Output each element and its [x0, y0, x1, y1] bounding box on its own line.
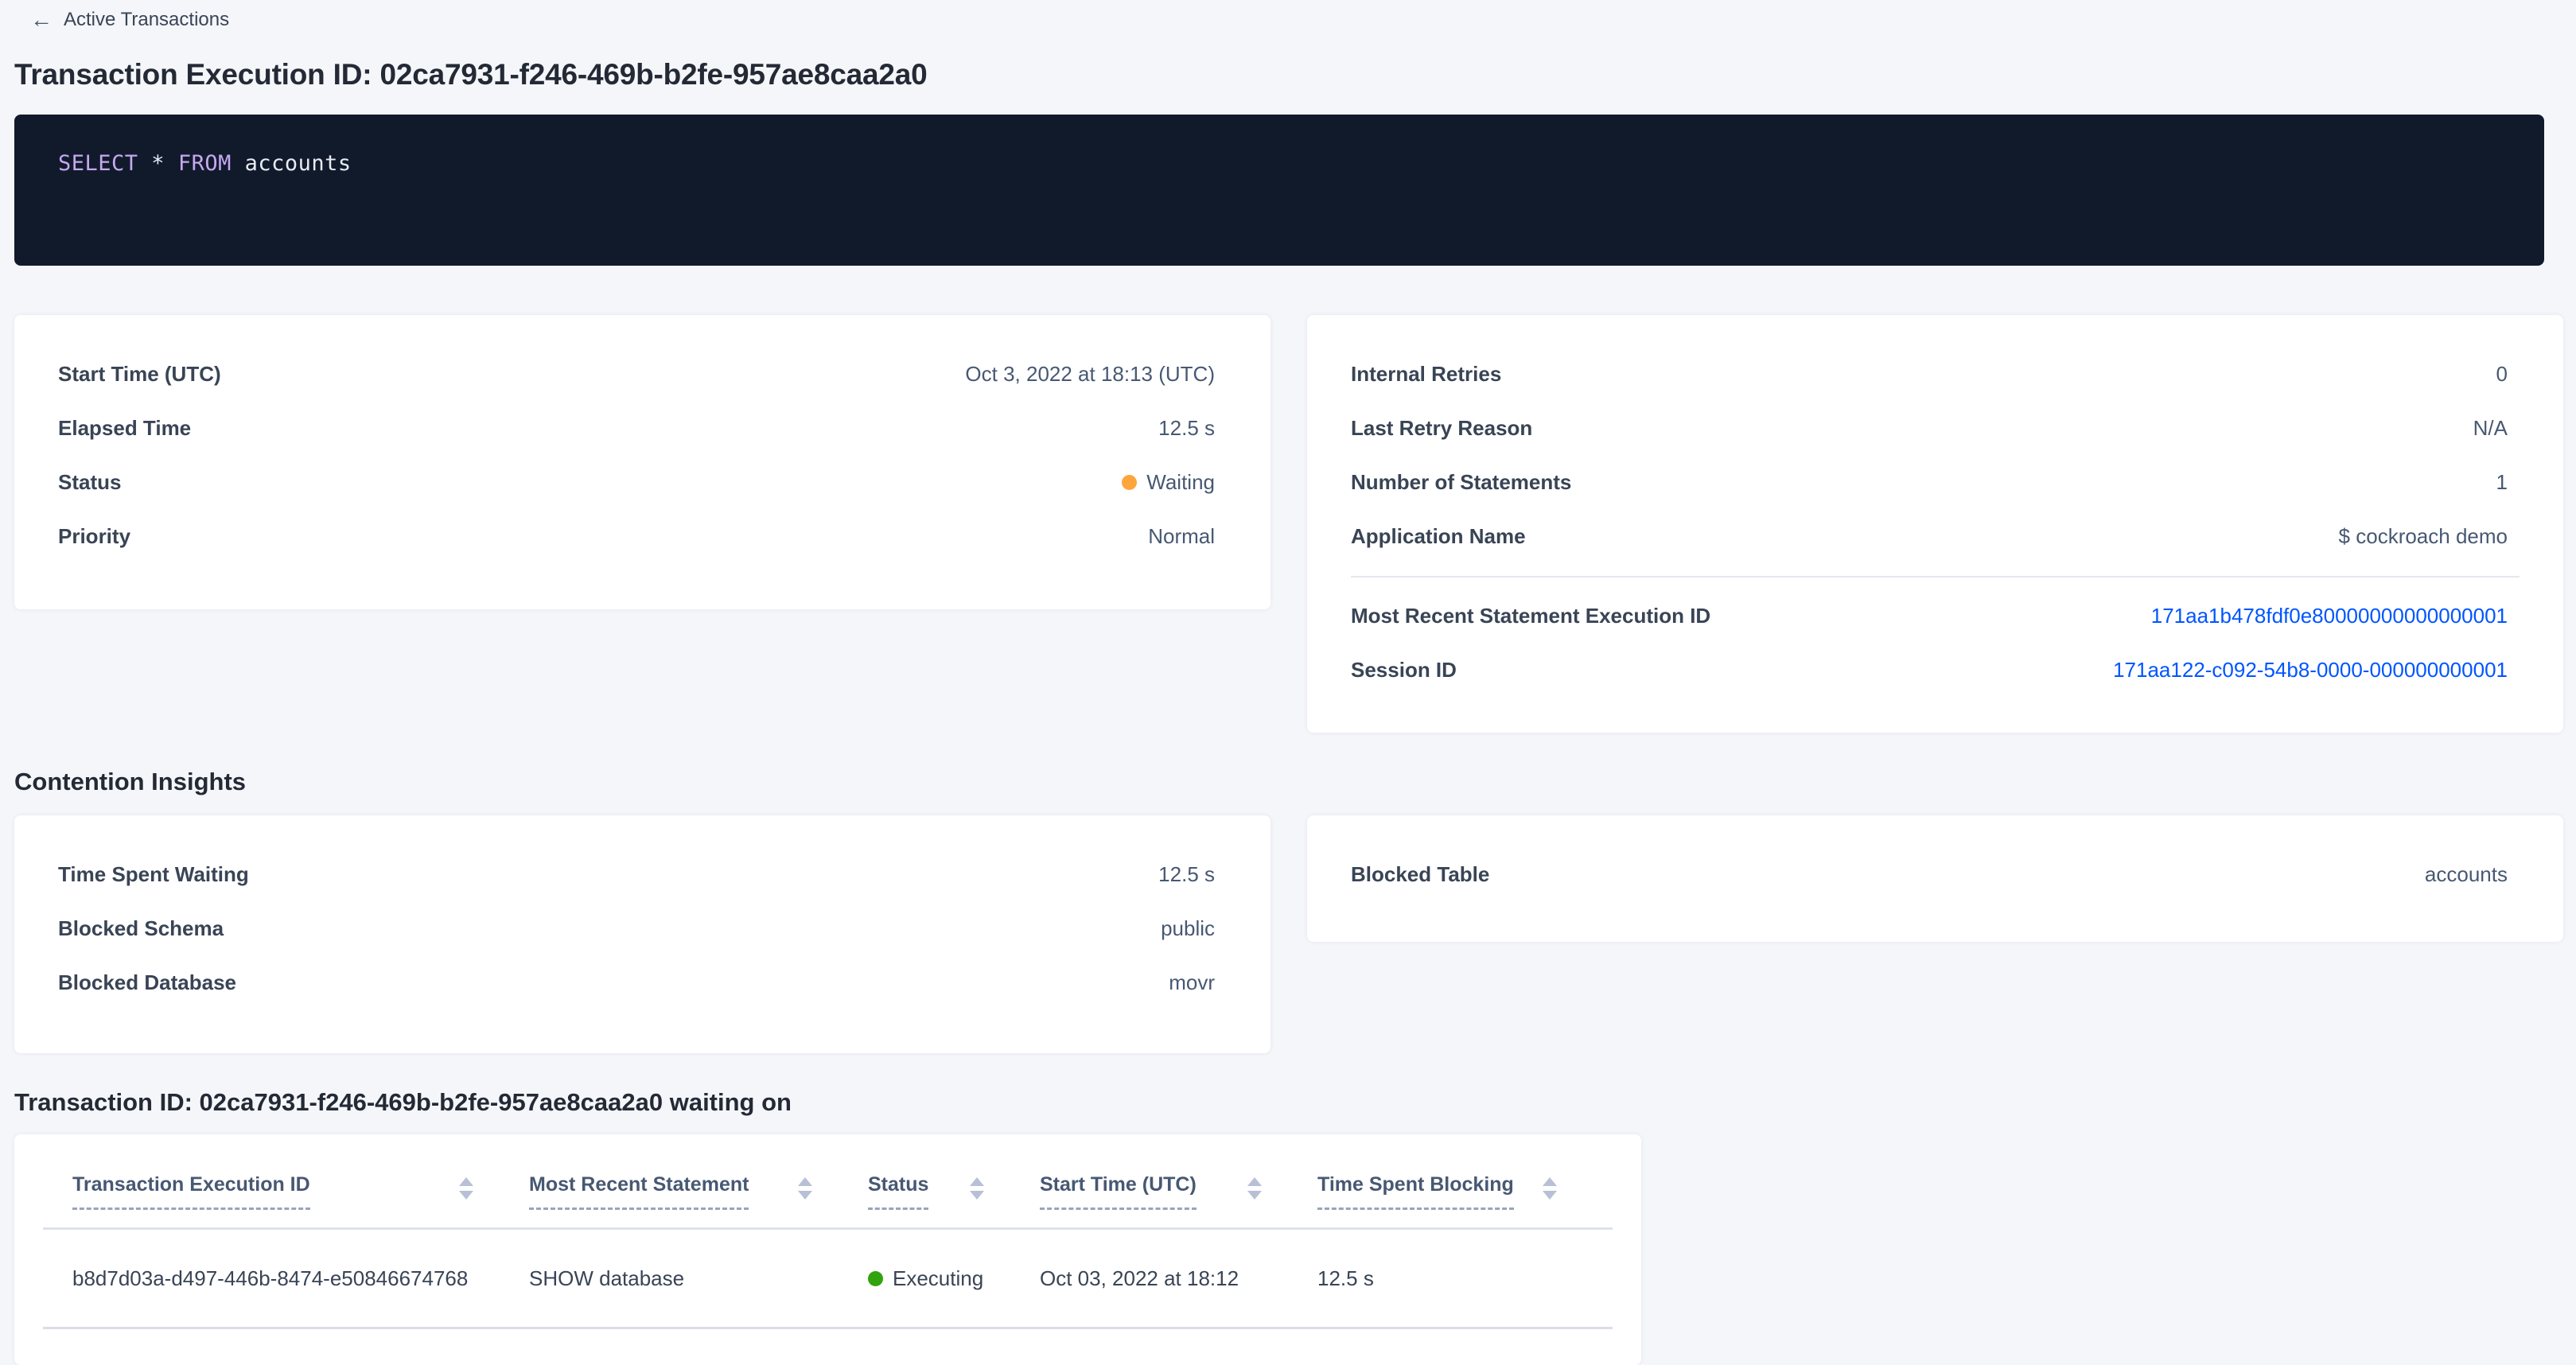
summary-row-start-time: Start Time (UTC) Oct 3, 2022 at 18:13 (U…: [14, 347, 1270, 401]
sort-arrows-icon[interactable]: [970, 1172, 984, 1200]
summary-row-last-retry-reason: Last Retry Reason N/A: [1307, 401, 2563, 455]
cell-start-time: Oct 03, 2022 at 18:12: [1040, 1266, 1317, 1291]
column-header-most-recent-statement[interactable]: Most Recent Statement: [529, 1172, 868, 1227]
summary-row-blocked-table: Blocked Table accounts: [1307, 847, 2563, 901]
summary-row-blocked-schema: Blocked Schema public: [14, 901, 1270, 955]
sql-text: *: [138, 151, 178, 176]
time-spent-waiting-value: 12.5 s: [1158, 862, 1215, 887]
internal-retries-label: Internal Retries: [1351, 362, 1501, 387]
sql-table-name: accounts: [232, 151, 352, 176]
elapsed-time-label: Elapsed Time: [58, 416, 191, 441]
table-row: b8d7d03a-d497-446b-8474-e50846674768 SHO…: [43, 1230, 1613, 1329]
column-header-label: Start Time (UTC): [1040, 1172, 1197, 1210]
status-value: Waiting: [1146, 470, 1215, 495]
sql-statement-box: SELECT * FROM accounts: [14, 115, 2544, 266]
summary-row-statement-execution-id: Most Recent Statement Execution ID 171aa…: [1307, 589, 2563, 643]
priority-value: Normal: [1148, 524, 1215, 549]
breadcrumb-back-active-transactions[interactable]: ← Active Transactions: [30, 6, 229, 33]
number-of-statements-value: 1: [2496, 470, 2508, 495]
statement-execution-id-link[interactable]: 171aa1b478fdf0e80000000000000001: [2151, 604, 2508, 628]
summary-row-number-of-statements: Number of Statements 1: [1307, 455, 2563, 509]
status-value: Executing: [893, 1266, 983, 1291]
cell-status: Executing: [868, 1266, 1040, 1291]
session-id-link[interactable]: 171aa122-c092-54b8-0000-000000000001: [2113, 658, 2508, 682]
application-name-label: Application Name: [1351, 524, 1526, 549]
blocked-schema-label: Blocked Schema: [58, 916, 224, 941]
cell-most-recent-statement: SHOW database: [529, 1266, 868, 1291]
contention-cards-row: Time Spent Waiting 12.5 s Blocked Schema…: [14, 815, 2563, 1053]
sort-arrows-icon[interactable]: [459, 1172, 473, 1200]
summary-row-elapsed-time: Elapsed Time 12.5 s: [14, 401, 1270, 455]
arrow-left-icon: ←: [30, 9, 53, 31]
column-header-label: Transaction Execution ID: [72, 1172, 310, 1210]
contention-left-card: Time Spent Waiting 12.5 s Blocked Schema…: [14, 815, 1270, 1053]
application-name-value: $ cockroach demo: [2339, 524, 2508, 549]
blocked-schema-value: public: [1161, 916, 1215, 941]
summary-row-session-id: Session ID 171aa122-c092-54b8-0000-00000…: [1307, 643, 2563, 697]
column-header-transaction-execution-id[interactable]: Transaction Execution ID: [72, 1172, 529, 1227]
blocked-database-label: Blocked Database: [58, 970, 236, 995]
blocked-database-value: movr: [1169, 970, 1215, 995]
last-retry-reason-label: Last Retry Reason: [1351, 416, 1532, 441]
status-executing-dot-icon: [868, 1271, 883, 1286]
summary-row-blocked-database: Blocked Database movr: [14, 955, 1270, 1009]
sort-arrows-icon[interactable]: [1543, 1172, 1557, 1200]
priority-label: Priority: [58, 524, 130, 549]
sql-keyword-select: SELECT: [58, 151, 138, 176]
status-waiting-dot-icon: [1122, 475, 1137, 490]
status-badge: Waiting: [1122, 470, 1215, 495]
waiting-on-heading: Transaction ID: 02ca7931-f246-469b-b2fe-…: [14, 1088, 2563, 1117]
internal-retries-value: 0: [2496, 362, 2508, 387]
start-time-label: Start Time (UTC): [58, 362, 221, 387]
blocked-table-label: Blocked Table: [1351, 862, 1489, 887]
contention-insights-heading: Contention Insights: [14, 768, 2563, 796]
sort-arrows-icon[interactable]: [1247, 1172, 1262, 1200]
blocked-table-value: accounts: [2425, 862, 2508, 887]
waiting-on-table-card: Transaction Execution ID Most Recent Sta…: [14, 1134, 1641, 1365]
summary-row-internal-retries: Internal Retries 0: [1307, 347, 2563, 401]
breadcrumb-label: Active Transactions: [64, 9, 229, 31]
summary-row-time-spent-waiting: Time Spent Waiting 12.5 s: [14, 847, 1270, 901]
status-label: Status: [58, 470, 121, 495]
card-divider: [1351, 576, 2520, 578]
column-header-label: Status: [868, 1172, 928, 1210]
sort-arrows-icon[interactable]: [798, 1172, 812, 1200]
page-title: Transaction Execution ID: 02ca7931-f246-…: [14, 57, 2563, 92]
number-of-statements-label: Number of Statements: [1351, 470, 1571, 495]
column-header-time-spent-blocking[interactable]: Time Spent Blocking: [1317, 1172, 1613, 1227]
transaction-details-card: Internal Retries 0 Last Retry Reason N/A…: [1307, 315, 2563, 733]
summary-row-application-name: Application Name $ cockroach demo: [1307, 509, 2563, 563]
column-header-label: Most Recent Statement: [529, 1172, 749, 1210]
transaction-summary-card: Start Time (UTC) Oct 3, 2022 at 18:13 (U…: [14, 315, 1270, 609]
column-header-label: Time Spent Blocking: [1317, 1172, 1514, 1210]
cell-transaction-execution-id: b8d7d03a-d497-446b-8474-e50846674768: [72, 1266, 529, 1291]
time-spent-waiting-label: Time Spent Waiting: [58, 862, 249, 887]
last-retry-reason-value: N/A: [2473, 416, 2508, 441]
statement-execution-id-label: Most Recent Statement Execution ID: [1351, 604, 1710, 628]
active-transaction-details-page: ← Active Transactions Transaction Execut…: [0, 0, 2576, 1365]
cell-time-spent-blocking: 12.5 s: [1317, 1266, 1613, 1291]
sql-keyword-from: FROM: [178, 151, 232, 176]
summary-row-priority: Priority Normal: [14, 509, 1270, 563]
table-header-row: Transaction Execution ID Most Recent Sta…: [43, 1134, 1613, 1230]
column-header-start-time[interactable]: Start Time (UTC): [1040, 1172, 1317, 1227]
start-time-value: Oct 3, 2022 at 18:13 (UTC): [965, 362, 1215, 387]
contention-right-card: Blocked Table accounts: [1307, 815, 2563, 942]
column-header-status[interactable]: Status: [868, 1172, 1040, 1227]
summary-row-status: Status Waiting: [14, 455, 1270, 509]
session-id-label: Session ID: [1351, 658, 1457, 682]
summary-cards-row: Start Time (UTC) Oct 3, 2022 at 18:13 (U…: [14, 315, 2563, 733]
elapsed-time-value: 12.5 s: [1158, 416, 1215, 441]
